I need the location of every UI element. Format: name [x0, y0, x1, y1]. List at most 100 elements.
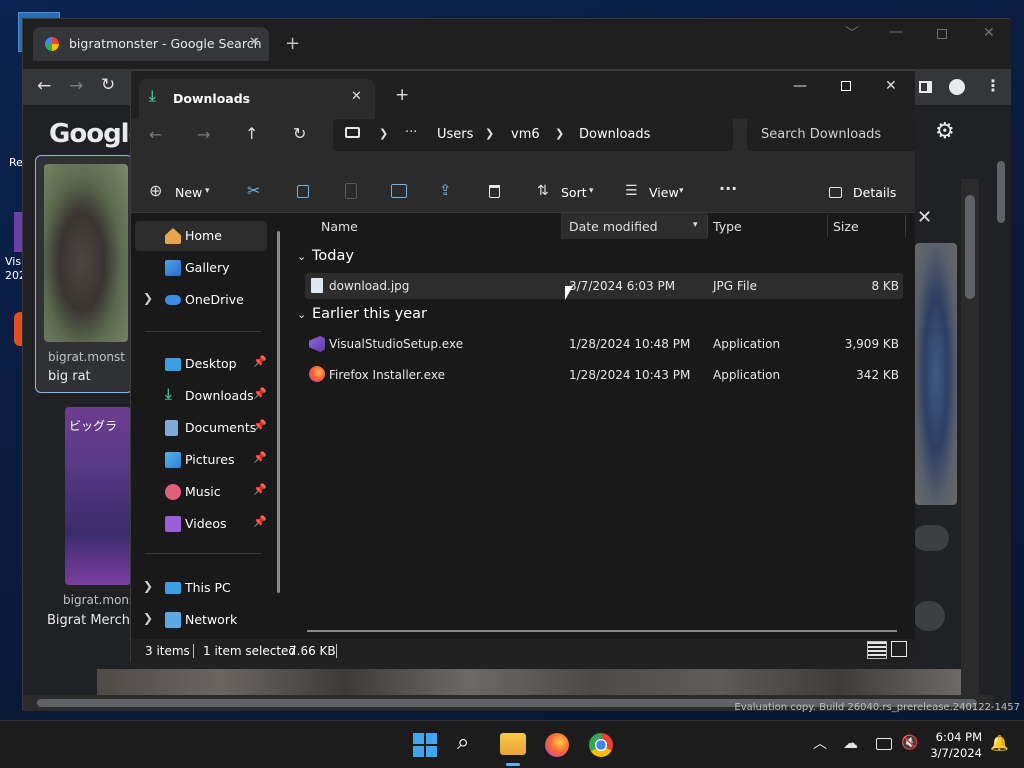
nav-item-network[interactable]: ❯ Network	[135, 605, 267, 635]
close-window-icon[interactable]: ✕	[983, 26, 995, 40]
nav-item-downloads[interactable]: ⤓ Downloads 📌	[135, 381, 267, 411]
tab-search-icon[interactable]: ﹀	[845, 27, 859, 41]
result-title[interactable]: Bigrat Merch	[47, 613, 130, 628]
new-button[interactable]: ⊕ New ▾	[147, 179, 217, 205]
more-icon[interactable]: ···	[405, 126, 417, 139]
pin-icon[interactable]: 📌	[253, 355, 267, 368]
preview-pill[interactable]	[913, 601, 945, 631]
outer-scrollbar-thumb[interactable]	[997, 161, 1005, 223]
view-button[interactable]: ☰ View ▾	[623, 179, 693, 205]
share-icon[interactable]: ⇪	[439, 183, 452, 198]
close-tab-icon[interactable]: ✕	[249, 36, 260, 49]
breadcrumb-item[interactable]: Downloads	[579, 127, 650, 142]
vertical-scrollbar[interactable]	[961, 179, 979, 695]
details-view-icon[interactable]	[867, 641, 887, 659]
close-tab-icon[interactable]: ✕	[351, 90, 362, 103]
search-icon[interactable]: ⌕	[457, 732, 469, 754]
onedrive-offline-icon[interactable]: ☁	[843, 736, 858, 751]
chevron-right-icon[interactable]: ❯	[379, 128, 388, 139]
image-strip[interactable]	[97, 669, 963, 695]
profile-icon[interactable]	[949, 79, 965, 95]
details-button[interactable]: Details	[825, 179, 901, 205]
pin-icon[interactable]: 📌	[253, 451, 267, 464]
tiles-view-icon[interactable]	[891, 641, 907, 657]
tray-chevron-up-icon[interactable]: ︿	[813, 737, 827, 751]
nav-item-home[interactable]: Home	[135, 221, 267, 251]
breadcrumb-item[interactable]: vm6	[511, 127, 540, 142]
monitor-icon[interactable]	[345, 127, 360, 138]
maximize-icon[interactable]	[937, 29, 947, 39]
chevron-right-icon[interactable]: ❯	[485, 128, 494, 139]
horizontal-scrollbar[interactable]	[307, 630, 897, 632]
close-window-icon[interactable]: ✕	[885, 79, 897, 93]
refresh-icon[interactable]: ↻	[293, 126, 306, 142]
file-explorer-taskbar-icon[interactable]	[500, 733, 526, 755]
back-icon[interactable]: ←	[149, 127, 162, 143]
result-image[interactable]	[44, 164, 128, 342]
side-panel-icon[interactable]	[919, 81, 932, 93]
outer-scrollbar[interactable]	[993, 119, 1009, 709]
pin-icon[interactable]: 📌	[253, 483, 267, 496]
column-header-name[interactable]: Name	[321, 219, 358, 234]
nav-item-onedrive[interactable]: ❯ OneDrive	[135, 285, 267, 315]
clock-time[interactable]: 6:04 PM	[930, 730, 982, 744]
nav-item-videos[interactable]: Videos 📌	[135, 509, 267, 539]
file-row[interactable]: Firefox Installer.exe 1/28/2024 10:43 PM…	[305, 362, 903, 388]
result-card[interactable]: bigrat.monst big rat	[35, 155, 133, 393]
new-tab-icon[interactable]: +	[285, 35, 300, 53]
collapse-group-icon[interactable]: ⌄	[297, 251, 306, 262]
minimize-icon[interactable]: —	[889, 25, 903, 39]
group-header[interactable]: Today	[312, 248, 354, 264]
new-tab-icon[interactable]: +	[395, 87, 409, 104]
column-header-date[interactable]: Date modified ▾	[561, 213, 707, 239]
nav-item-this-pc[interactable]: ❯ This PC	[135, 573, 267, 603]
nav-scrollbar[interactable]	[277, 231, 280, 593]
chevron-right-icon[interactable]: ❯	[143, 579, 153, 593]
sort-button[interactable]: ⇅ Sort ▾	[535, 179, 601, 205]
close-preview-icon[interactable]: ✕	[917, 209, 932, 227]
network-icon[interactable]	[876, 738, 892, 750]
settings-icon[interactable]: ⚙	[935, 119, 955, 144]
chevron-down-icon[interactable]: ▾	[693, 221, 698, 230]
collapse-group-icon[interactable]: ⌄	[297, 309, 306, 320]
chevron-right-icon[interactable]: ❯	[555, 128, 564, 139]
breadcrumb-item[interactable]: Users	[437, 127, 473, 142]
menu-icon[interactable]: ⋮	[985, 78, 1001, 94]
delete-icon[interactable]	[489, 185, 500, 198]
next-button[interactable]	[913, 525, 949, 551]
rename-icon[interactable]	[391, 184, 407, 198]
copy-icon[interactable]	[297, 185, 309, 198]
forward-icon[interactable]: →	[69, 78, 83, 95]
maximize-icon[interactable]	[841, 81, 851, 91]
group-header[interactable]: Earlier this year	[312, 306, 427, 322]
nav-item-pictures[interactable]: Pictures 📌	[135, 445, 267, 475]
minimize-icon[interactable]: —	[793, 79, 807, 93]
column-header-size[interactable]: Size	[833, 219, 859, 234]
up-icon[interactable]: ↑	[245, 126, 258, 142]
column-header-type[interactable]: Type	[713, 219, 742, 234]
forward-icon[interactable]: →	[197, 127, 210, 143]
cut-icon[interactable]: ✂	[247, 183, 260, 199]
clock-date[interactable]: 3/7/2024	[930, 746, 982, 760]
pin-icon[interactable]: 📌	[253, 419, 267, 432]
notification-bell-icon[interactable]: 🔔	[990, 736, 1009, 751]
nav-item-documents[interactable]: Documents 📌	[135, 413, 267, 443]
result-title[interactable]: big rat	[48, 369, 91, 384]
file-row[interactable]: VisualStudioSetup.exe 1/28/2024 10:48 PM…	[305, 331, 903, 357]
volume-muted-icon[interactable]: 🔇	[901, 736, 918, 750]
explorer-tab[interactable]: ⤓ Downloads ✕	[139, 79, 375, 119]
nav-item-music[interactable]: Music 📌	[135, 477, 267, 507]
address-bar[interactable]: ❯ ··· Users ❯ vm6 ❯ Downloads	[333, 119, 733, 151]
paste-icon[interactable]	[345, 183, 357, 199]
chrome-taskbar-icon[interactable]	[589, 733, 613, 757]
pin-icon[interactable]: 📌	[253, 515, 267, 528]
preview-image[interactable]	[915, 243, 957, 505]
nav-item-gallery[interactable]: Gallery	[135, 253, 267, 283]
search-input[interactable]: Search Downloads	[761, 127, 881, 142]
firefox-taskbar-icon[interactable]	[545, 733, 569, 757]
reload-icon[interactable]: ↻	[101, 77, 115, 94]
start-icon[interactable]	[413, 733, 437, 757]
search-box[interactable]: Search Downloads	[747, 119, 915, 151]
chrome-tab[interactable]: bigratmonster - Google Search ✕	[33, 27, 269, 61]
more-options-icon[interactable]: ···	[719, 181, 737, 197]
